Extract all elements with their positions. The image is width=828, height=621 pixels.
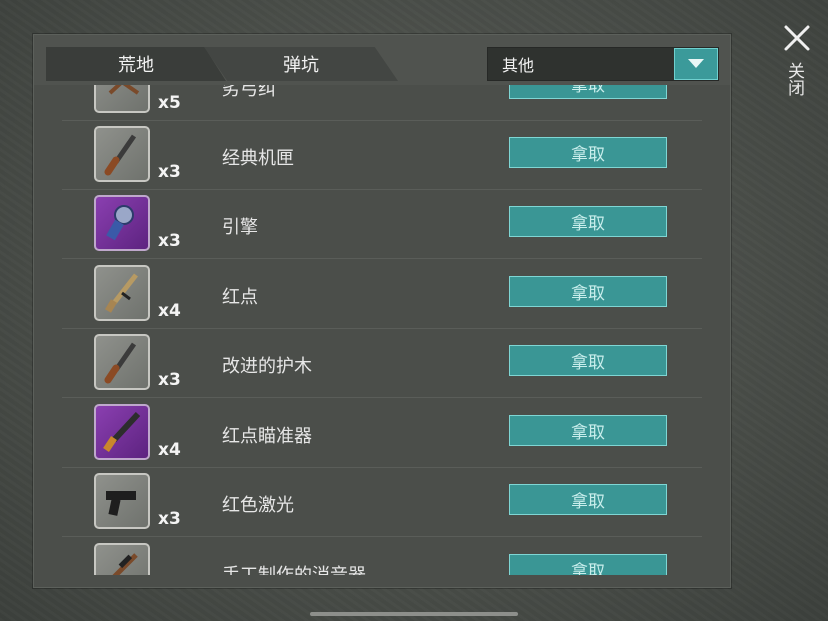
- list-item: x4 红点 拿取: [62, 259, 702, 329]
- item-name: 经典机匣: [222, 148, 294, 169]
- item-quantity: x3: [158, 162, 181, 182]
- crossbow-icon: [94, 85, 150, 113]
- list-item: x3 引擎 拿取: [62, 189, 702, 259]
- take-button[interactable]: 拿取: [509, 276, 667, 307]
- rifle-icon: [94, 265, 150, 321]
- take-button[interactable]: 拿取: [509, 85, 667, 99]
- take-button[interactable]: 拿取: [509, 484, 667, 515]
- item-list[interactable]: x5 劣弓纠 拿取 x3 经典机匣 拿取 x3 引擎 拿取 x4 红点 拿取 x…: [62, 85, 702, 575]
- item-quantity: x3: [158, 231, 181, 251]
- close-label[interactable]: 关闭: [784, 62, 807, 96]
- close-icon[interactable]: [783, 24, 811, 52]
- shotgun-icon: [94, 334, 150, 390]
- dropdown-value: 其他: [502, 56, 535, 75]
- item-name: 手工制作的消音器: [222, 561, 366, 575]
- engine-icon: [94, 195, 150, 251]
- take-button[interactable]: 拿取: [509, 137, 667, 168]
- pump-shotgun-icon: [94, 404, 150, 460]
- item-name: 红点瞄准器: [222, 426, 312, 447]
- item-quantity: x5: [158, 93, 181, 113]
- take-button[interactable]: 拿取: [509, 206, 667, 237]
- take-button[interactable]: 拿取: [509, 345, 667, 376]
- tab-crater[interactable]: 弹坑: [204, 47, 398, 81]
- scoped-rifle-icon: [94, 543, 150, 575]
- item-quantity: x4: [158, 301, 181, 321]
- tab-bar: 荒地 弹坑 其他: [34, 35, 730, 85]
- tab-wasteland[interactable]: 荒地: [46, 47, 226, 81]
- item-quantity: x3: [158, 509, 181, 529]
- home-indicator: [310, 612, 518, 616]
- tab-label: 荒地: [118, 55, 154, 76]
- dropdown-toggle[interactable]: [674, 48, 718, 80]
- item-name: 红色激光: [222, 495, 294, 516]
- list-item: 手工制作的消音器 拿取: [62, 537, 702, 575]
- shotgun-icon: [94, 126, 150, 182]
- list-item: x4 红点瞄准器 拿取: [62, 398, 702, 468]
- item-quantity: x4: [158, 440, 181, 460]
- take-button[interactable]: 拿取: [509, 415, 667, 446]
- item-name: 红点: [222, 287, 258, 308]
- list-item: x5 劣弓纠 拿取: [62, 85, 702, 121]
- pistol-icon: [94, 473, 150, 529]
- chevron-down-icon: [688, 59, 704, 68]
- loot-panel: 荒地 弹坑 其他 x5 劣弓纠 拿取 x3 经典机匣 拿取 x3 引擎 拿取 x…: [33, 34, 731, 588]
- item-name: 引擎: [222, 217, 258, 238]
- item-quantity: x3: [158, 370, 181, 390]
- list-item: x3 改进的护木 拿取: [62, 328, 702, 398]
- list-item: x3 经典机匣 拿取: [62, 120, 702, 190]
- item-name: 劣弓纠: [222, 85, 276, 100]
- tab-label: 弹坑: [283, 55, 319, 76]
- item-name: 改进的护木: [222, 356, 312, 377]
- take-button[interactable]: 拿取: [509, 554, 667, 575]
- list-item: x3 红色激光 拿取: [62, 467, 702, 537]
- category-dropdown[interactable]: 其他: [487, 47, 719, 81]
